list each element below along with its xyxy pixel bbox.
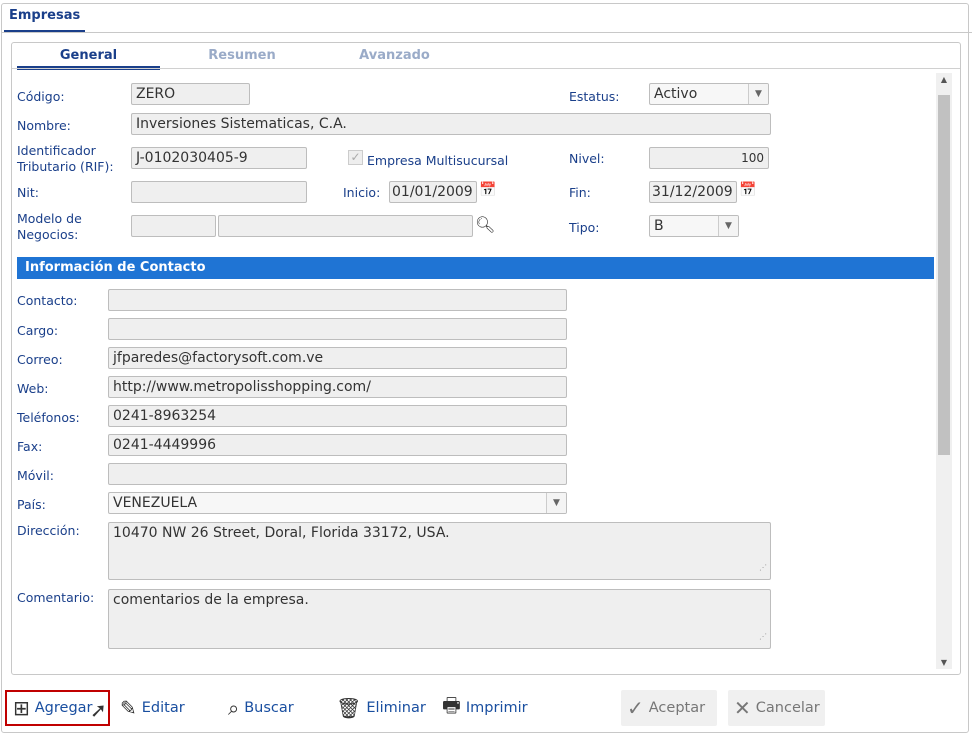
resize-handle-icon[interactable]: ⋰ — [759, 628, 767, 646]
scroll-up-icon[interactable]: ▲ — [936, 75, 952, 84]
tab-resumen[interactable]: Resumen — [167, 48, 317, 63]
buscar-label: Buscar — [244, 700, 294, 716]
codigo-label: Código: — [17, 89, 65, 104]
form-panel: General Resumen Avanzado Código: ZERO Es… — [11, 42, 961, 675]
edit-icon: ✎ — [120, 696, 137, 720]
tipo-select[interactable]: B ▼ — [649, 215, 739, 237]
tab-empresas[interactable]: Empresas — [4, 8, 86, 33]
pais-label: País: — [17, 497, 46, 512]
inicio-field[interactable]: 01/01/2009 — [389, 181, 477, 203]
printer-icon: 🖶 — [442, 693, 461, 717]
fin-field[interactable]: 31/12/2009 — [649, 181, 737, 203]
cancelar-button[interactable]: ✕ Cancelar — [728, 690, 825, 726]
fax-field[interactable]: 0241-4449996 — [108, 434, 567, 456]
direccion-textarea[interactable]: 10470 NW 26 Street, Doral, Florida 33172… — [108, 522, 771, 580]
comentario-label: Comentario: — [17, 590, 95, 605]
estatus-value: Activo — [654, 86, 698, 102]
correo-label: Correo: — [17, 352, 63, 367]
modelo-label: Modelo de Negocios: — [17, 211, 82, 242]
agregar-label: Agregar — [34, 700, 93, 716]
nombre-field[interactable]: Inversiones Sistematicas, C.A. — [131, 113, 771, 135]
pais-value: VENEZUELA — [113, 495, 198, 511]
telefonos-field[interactable]: 0241-8963254 — [108, 405, 567, 427]
chevron-down-icon: ▼ — [748, 84, 768, 104]
estatus-label: Estatus: — [569, 89, 620, 104]
codigo-field[interactable]: ZERO — [131, 83, 250, 105]
check-icon: ✓ — [627, 696, 644, 720]
telefonos-label: Teléfonos: — [17, 410, 80, 425]
pais-select[interactable]: VENEZUELA ▼ — [108, 492, 567, 514]
eliminar-button[interactable]: 🗑︎ Eliminar — [330, 690, 432, 726]
calendar-icon[interactable]: 📅 — [739, 182, 756, 198]
aceptar-button[interactable]: ✓ Aceptar — [621, 690, 717, 726]
imprimir-button[interactable]: 🖶 Imprimir — [436, 690, 534, 726]
rif-field[interactable]: J-0102030405-9 — [131, 147, 307, 169]
nivel-field[interactable]: 100 — [649, 147, 769, 169]
nit-field[interactable] — [131, 181, 307, 203]
modelo-name-field[interactable] — [218, 215, 473, 237]
calendar-icon[interactable]: 📅 — [479, 182, 496, 198]
multisucursal-checkbox[interactable]: ✓ — [348, 150, 363, 165]
close-icon: ✕ — [734, 696, 751, 720]
fax-label: Fax: — [17, 439, 43, 454]
contacto-label: Contacto: — [17, 293, 78, 308]
web-label: Web: — [17, 381, 49, 396]
tipo-label: Tipo: — [569, 220, 600, 235]
editar-button[interactable]: ✎ Editar — [114, 690, 191, 726]
nivel-label: Nivel: — [569, 151, 605, 166]
search-document-icon: ⌕ — [228, 696, 240, 720]
rif-label: Identificador Tributario (RIF): — [17, 143, 114, 174]
chevron-down-icon: ▼ — [718, 216, 738, 236]
cargo-field[interactable] — [108, 318, 567, 340]
scrollbar-thumb[interactable] — [938, 95, 950, 455]
modelo-code-field[interactable] — [131, 215, 216, 237]
movil-field[interactable] — [108, 463, 567, 485]
add-document-icon: ⊞ — [13, 696, 30, 720]
aceptar-label: Aceptar — [648, 700, 706, 716]
movil-label: Móvil: — [17, 468, 54, 483]
multisucursal-label: Empresa Multisucursal — [367, 153, 509, 168]
divider — [12, 68, 960, 69]
divider — [1, 32, 972, 33]
inicio-label: Inicio: — [343, 185, 381, 200]
resize-handle-icon[interactable]: ⋰ — [759, 559, 767, 577]
nombre-label: Nombre: — [17, 118, 71, 133]
correo-field[interactable]: jfparedes@factorysoft.com.ve — [108, 347, 567, 369]
direccion-value: 10470 NW 26 Street, Doral, Florida 33172… — [113, 525, 450, 541]
nit-label: Nit: — [17, 185, 39, 200]
contact-section-header: Información de Contacto — [17, 257, 934, 279]
cargo-label: Cargo: — [17, 323, 59, 338]
comentario-value: comentarios de la empresa. — [113, 592, 309, 608]
contacto-field[interactable] — [108, 289, 567, 311]
eliminar-label: Eliminar — [366, 700, 426, 716]
fin-label: Fin: — [569, 185, 591, 200]
comentario-textarea[interactable]: comentarios de la empresa. ⋰ — [108, 589, 771, 649]
direccion-label: Dirección: — [17, 523, 80, 538]
tipo-value: B — [654, 218, 664, 234]
tab-avanzado[interactable]: Avanzado — [317, 48, 472, 63]
web-field[interactable]: http://www.metropolisshopping.com/ — [108, 376, 567, 398]
tab-general[interactable]: General — [17, 48, 160, 70]
trash-icon: 🗑︎ — [336, 696, 362, 720]
cancelar-label: Cancelar — [755, 700, 820, 716]
editar-label: Editar — [141, 700, 185, 716]
mouse-cursor-icon: ➚ — [90, 698, 107, 722]
estatus-select[interactable]: Activo ▼ — [649, 83, 769, 105]
vertical-scrollbar[interactable]: ▲ ▼ — [936, 73, 952, 669]
buscar-button[interactable]: ⌕ Buscar — [222, 690, 300, 726]
search-icon[interactable]: 🔍︎ — [475, 215, 495, 234]
imprimir-label: Imprimir — [465, 700, 528, 716]
scroll-down-icon[interactable]: ▼ — [936, 658, 952, 667]
chevron-down-icon: ▼ — [546, 493, 566, 513]
